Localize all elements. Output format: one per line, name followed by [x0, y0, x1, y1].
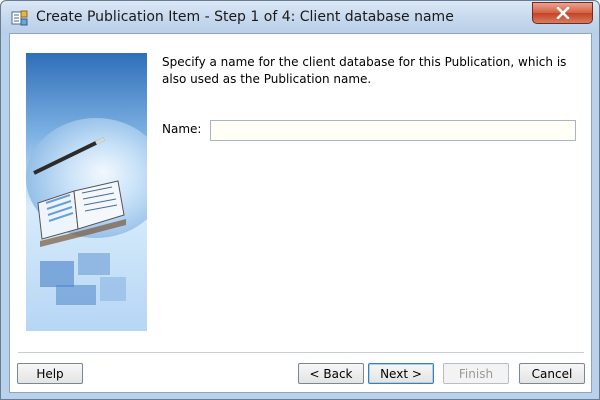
name-input[interactable] — [210, 120, 576, 141]
cancel-button[interactable]: Cancel — [519, 363, 585, 384]
wizard-illustration — [26, 53, 147, 331]
title-bar[interactable]: Create Publication Item - Step 1 of 4: C… — [1, 1, 599, 35]
name-label: Name: — [162, 122, 202, 136]
close-button[interactable] — [532, 2, 593, 24]
back-button[interactable]: < Back — [298, 363, 364, 384]
close-icon — [556, 7, 569, 19]
window-title: Create Publication Item - Step 1 of 4: C… — [36, 9, 454, 25]
publication-icon — [11, 10, 28, 26]
wizard-window: Create Publication Item - Step 1 of 4: C… — [0, 0, 600, 400]
wizard-content: Specify a name for the client database f… — [9, 33, 592, 393]
help-button[interactable]: Help — [17, 363, 83, 384]
step-description: Specify a name for the client database f… — [162, 55, 567, 86]
next-button[interactable]: Next > — [368, 363, 434, 384]
finish-button: Finish — [443, 363, 509, 384]
button-separator — [18, 352, 584, 353]
